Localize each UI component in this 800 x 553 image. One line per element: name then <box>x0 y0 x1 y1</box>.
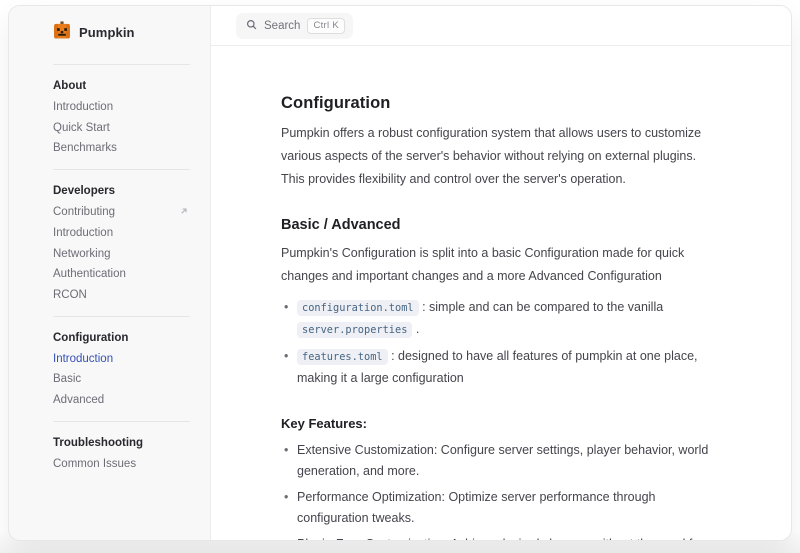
sidebar-section-developers: Developers Contributing Introduction Net… <box>9 180 210 306</box>
sidebar-item-config-introduction[interactable]: Introduction <box>53 349 190 370</box>
sidebar-section-configuration: Configuration Introduction Basic Advance… <box>9 327 210 411</box>
external-link-icon <box>180 206 188 219</box>
top-navbar: Search Ctrl K <box>211 6 791 46</box>
sidebar-item-quick-start[interactable]: Quick Start <box>53 118 190 139</box>
intro-paragraph: Pumpkin offers a robust configuration sy… <box>281 122 722 191</box>
sidebar-section-title: Troubleshooting <box>53 432 190 454</box>
sidebar-item-introduction[interactable]: Introduction <box>53 97 190 118</box>
brand-name: Pumpkin <box>79 25 135 40</box>
brand-home-link[interactable]: Pumpkin <box>9 19 210 54</box>
sidebar-divider <box>53 64 190 65</box>
sidebar-section-title: About <box>53 75 190 97</box>
list-item-text: . <box>412 322 419 336</box>
search-label: Search <box>264 20 300 32</box>
list-item: Plugin-Free Customization: Achieve desir… <box>281 534 722 540</box>
sidebar-item-common-issues[interactable]: Common Issues <box>53 454 190 475</box>
sidebar-divider <box>53 316 190 317</box>
sidebar-item-basic[interactable]: Basic <box>53 369 190 390</box>
section-heading-key-features: Key Features: <box>281 416 722 431</box>
sidebar-item-authentication[interactable]: Authentication <box>53 264 190 285</box>
list-item-text: : simple and can be compared to the vani… <box>419 300 664 314</box>
list-item: configuration.toml : simple and can be c… <box>281 297 722 341</box>
sidebar: Pumpkin About Introduction Quick Start B… <box>9 6 211 540</box>
section-heading-basic-advanced: Basic / Advanced <box>281 217 722 233</box>
search-button[interactable]: Search Ctrl K <box>236 13 353 39</box>
key-features-list: Extensive Customization: Configure serve… <box>281 440 722 540</box>
sidebar-section-troubleshooting: Troubleshooting Common Issues <box>9 432 210 475</box>
list-item: features.toml : designed to have all fea… <box>281 346 722 389</box>
sidebar-item-contributing[interactable]: Contributing <box>53 202 190 223</box>
sidebar-item-benchmarks[interactable]: Benchmarks <box>53 138 190 159</box>
list-item: Extensive Customization: Configure serve… <box>281 440 722 482</box>
sidebar-item-advanced[interactable]: Advanced <box>53 390 190 411</box>
code-span: features.toml <box>297 349 388 365</box>
list-item: Performance Optimization: Optimize serve… <box>281 487 722 529</box>
code-span: server.properties <box>297 322 412 338</box>
sidebar-item-rcon[interactable]: RCON <box>53 285 190 306</box>
sidebar-divider <box>53 421 190 422</box>
pumpkin-icon <box>53 21 71 44</box>
page-background: Pumpkin About Introduction Quick Start B… <box>0 0 800 553</box>
code-span: configuration.toml <box>297 300 419 316</box>
config-files-list: configuration.toml : simple and can be c… <box>281 297 722 394</box>
app-window: Pumpkin About Introduction Quick Start B… <box>8 5 792 541</box>
main-area: Search Ctrl K Configuration Pumpkin offe… <box>211 6 791 540</box>
search-icon <box>246 18 257 33</box>
sidebar-section-title: Configuration <box>53 327 190 349</box>
sidebar-item-label: Contributing <box>53 206 115 219</box>
sidebar-section-about: About Introduction Quick Start Benchmark… <box>9 75 210 159</box>
doc-content: Configuration Pumpkin offers a robust co… <box>211 46 791 540</box>
search-shortcut-badge: Ctrl K <box>307 18 345 34</box>
split-paragraph: Pumpkin's Configuration is split into a … <box>281 242 722 288</box>
sidebar-divider <box>53 169 190 170</box>
page-title: Configuration <box>281 94 722 113</box>
sidebar-item-networking[interactable]: Networking <box>53 244 190 265</box>
sidebar-section-title: Developers <box>53 180 190 202</box>
sidebar-item-dev-introduction[interactable]: Introduction <box>53 223 190 244</box>
